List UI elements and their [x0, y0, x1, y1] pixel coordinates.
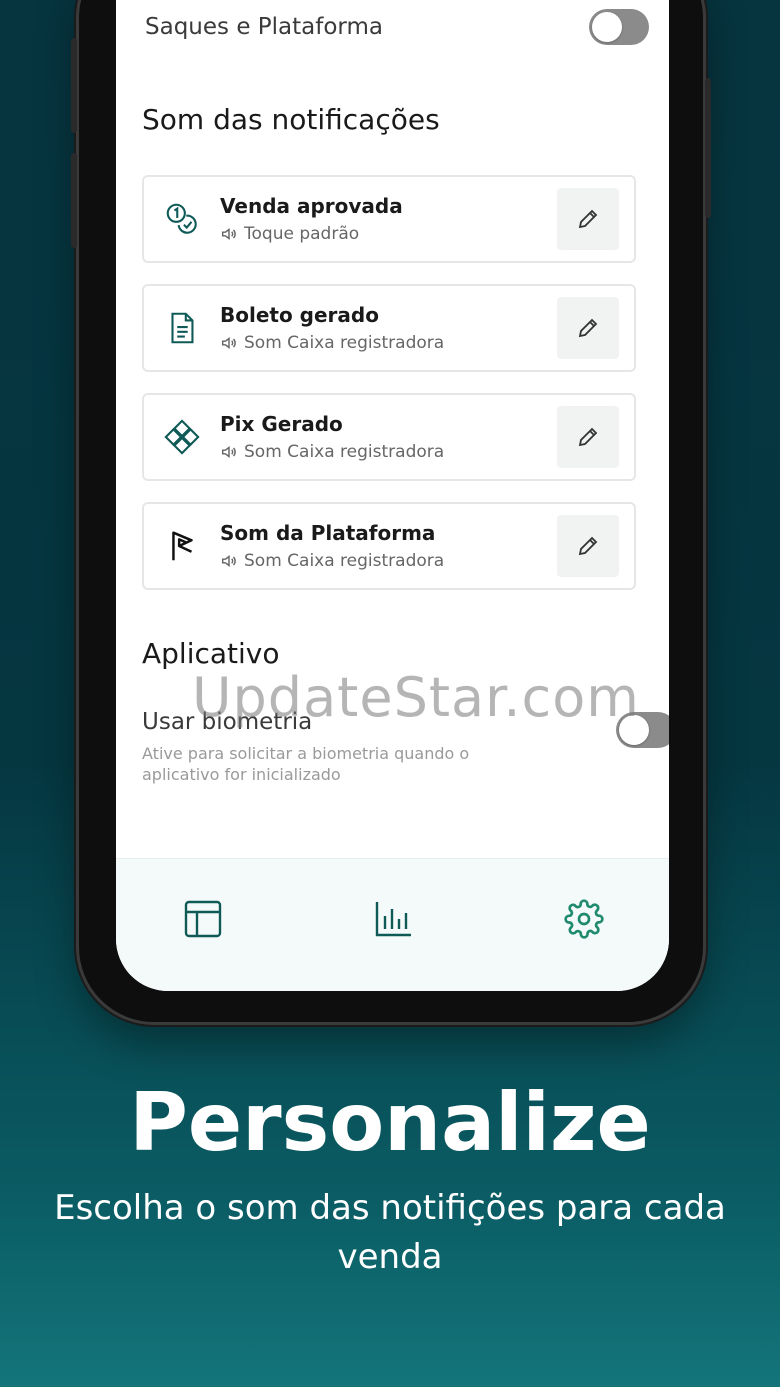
- toggle-knob: [619, 715, 649, 745]
- card-sound-name: Som Caixa registradora: [244, 442, 445, 462]
- pix-icon: [144, 418, 220, 456]
- platform-logo-icon: [144, 527, 220, 565]
- speaker-icon: [221, 555, 236, 567]
- document-icon: [144, 309, 220, 347]
- card-sound-name: Toque padrão: [244, 224, 360, 244]
- edit-sound-button[interactable]: [557, 297, 619, 359]
- withdrawals-toggle[interactable]: [589, 9, 649, 45]
- app-screen: Saques e Plataforma Som das notificações…: [116, 0, 669, 991]
- speaker-icon: [221, 228, 236, 240]
- pencil-icon: [578, 209, 598, 229]
- pencil-icon: [578, 318, 598, 338]
- sound-card-pix-gerado[interactable]: Pix Gerado Som Caixa registradora: [142, 393, 636, 481]
- gear-icon: [564, 899, 604, 939]
- biometry-row: Usar biometria Ative para solicitar a bi…: [142, 709, 669, 785]
- card-title: Pix Gerado: [220, 412, 343, 436]
- sound-card-venda-aprovada[interactable]: Venda aprovada Toque padrão: [142, 175, 636, 263]
- card-title: Boleto gerado: [220, 303, 379, 327]
- promo-subline: Escolha o som das notifições para cada v…: [54, 1188, 726, 1277]
- sound-card-som-da-plataforma[interactable]: Som da Plataforma Som Caixa registradora: [142, 502, 636, 590]
- card-title: Venda aprovada: [220, 194, 403, 218]
- biometry-toggle[interactable]: [616, 712, 669, 748]
- toggle-knob: [592, 12, 622, 42]
- power-button: [705, 78, 711, 218]
- sound-card-boleto-gerado[interactable]: Boleto gerado Som Caixa registradora: [142, 284, 636, 372]
- bar-chart-icon: [375, 902, 411, 937]
- card-sound-name: Som Caixa registradora: [244, 333, 445, 353]
- edit-sound-button[interactable]: [557, 188, 619, 250]
- edit-sound-button[interactable]: [557, 515, 619, 577]
- speaker-icon: [221, 446, 236, 458]
- speaker-icon: [221, 337, 236, 349]
- biometry-description: Ative para solicitar a biometria quando …: [142, 744, 470, 784]
- phone-frame: Saques e Plataforma Som das notificações…: [71, 0, 711, 1025]
- edit-sound-button[interactable]: [557, 406, 619, 468]
- coins-icon: [144, 200, 220, 238]
- bottom-tab-bar: [116, 858, 669, 991]
- promo-headline: Personalize: [129, 1076, 651, 1169]
- pencil-icon: [578, 536, 598, 556]
- withdrawals-toggle-row: Saques e Plataforma: [145, 9, 649, 45]
- app-section-title: Aplicativo: [142, 637, 280, 670]
- withdrawals-toggle-label: Saques e Plataforma: [145, 14, 383, 40]
- tab-settings[interactable]: [564, 899, 604, 939]
- tab-reports[interactable]: [373, 899, 413, 939]
- pencil-icon: [578, 427, 598, 447]
- card-title: Som da Plataforma: [220, 521, 436, 545]
- tab-dashboard[interactable]: [183, 899, 223, 939]
- sound-section-title: Som das notificações: [142, 103, 440, 136]
- volume-down-button: [71, 153, 77, 248]
- dashboard-icon: [184, 900, 222, 938]
- biometry-label: Usar biometria: [142, 709, 313, 735]
- volume-up-button: [71, 38, 77, 133]
- card-sound-name: Som Caixa registradora: [244, 551, 445, 571]
